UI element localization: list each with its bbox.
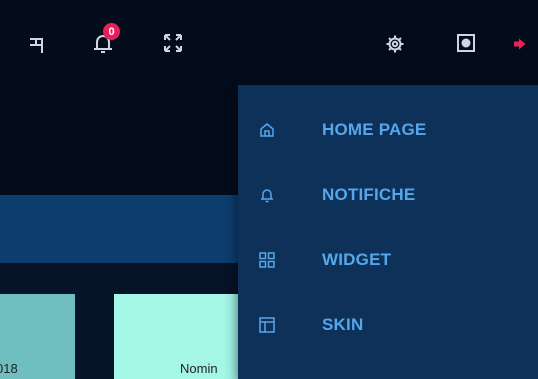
drawer-icon[interactable] <box>26 33 48 55</box>
top-bar: 0 <box>0 0 538 85</box>
content-header <box>0 85 238 195</box>
bell-icon <box>258 186 276 204</box>
dashboard-tile[interactable]: 018 <box>0 294 75 379</box>
menu-item-label: WIDGET <box>322 250 392 269</box>
logout-icon[interactable] <box>511 35 529 53</box>
notifications-button[interactable]: 0 <box>90 23 120 57</box>
menu-item-label: NOTIFICHE <box>322 185 416 204</box>
layout-icon <box>258 316 276 334</box>
section-band <box>0 195 238 263</box>
tile-label: Nomin <box>180 361 218 376</box>
menu-item-label: HOME PAGE <box>322 120 427 139</box>
dashboard-tile[interactable]: Nomin <box>114 294 254 379</box>
home-icon <box>258 121 276 139</box>
notification-badge: 0 <box>103 23 120 40</box>
tile-label: 018 <box>0 361 18 376</box>
menu-item-label: SKIN <box>322 315 364 334</box>
dropdown-menu: HOME PAGE NOTIFICHE WIDGET SKIN <box>238 85 538 379</box>
fullscreen-icon[interactable] <box>162 32 184 54</box>
camera-icon[interactable] <box>455 32 477 54</box>
menu-item-notifiche[interactable]: NOTIFICHE <box>238 173 538 217</box>
menu-item-home-page[interactable]: HOME PAGE <box>238 108 538 152</box>
menu-item-widget[interactable]: WIDGET <box>238 238 538 282</box>
grid-icon <box>258 251 276 269</box>
gear-icon[interactable] <box>384 33 406 55</box>
menu-item-skin[interactable]: SKIN <box>238 303 538 347</box>
